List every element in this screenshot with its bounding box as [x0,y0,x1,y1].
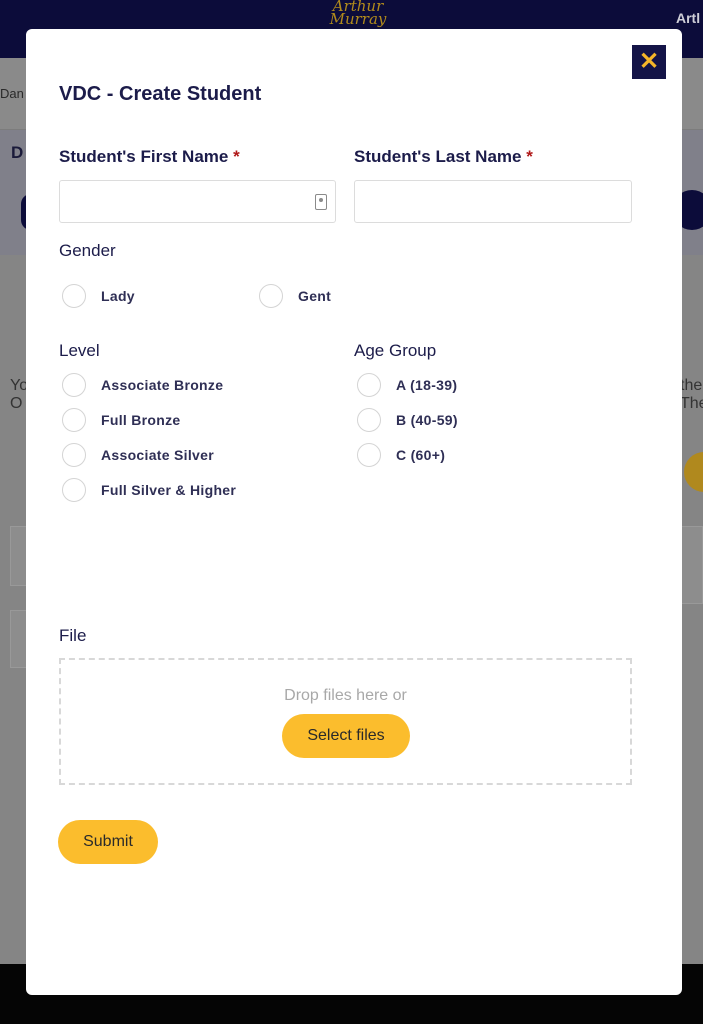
radio-label: Gent [298,288,332,304]
background-text-right-line1: the [680,377,703,394]
radio-label: A (18-39) [396,377,458,393]
file-dropzone[interactable]: Drop files here or Select files [59,658,632,785]
first-name-label: Student's First Name * [59,147,240,167]
submit-button[interactable]: Submit [58,820,158,864]
logo-line-2: Murray [329,10,387,28]
age-option-c[interactable]: C (60+) [357,443,445,467]
level-option-full-silver-higher[interactable]: Full Silver & Higher [62,478,236,502]
radio-button[interactable] [62,478,86,502]
drop-files-text: Drop files here or [284,687,407,704]
background-card [680,526,703,604]
radio-button[interactable] [259,284,283,308]
radio-label: C (60+) [396,447,446,463]
radio-button[interactable] [62,373,86,397]
gender-label: Gender [59,241,116,260]
first-name-input[interactable] [59,180,336,223]
radio-label: Associate Silver [101,447,214,463]
required-mark: * [233,147,240,166]
radio-label: Associate Bronze [101,377,224,393]
radio-label: B (40-59) [396,412,458,428]
radio-button[interactable] [357,408,381,432]
create-student-modal: ✕ VDC - Create Student Student's First N… [26,29,682,995]
age-option-b[interactable]: B (40-59) [357,408,458,432]
background-heading: D [11,143,24,162]
background-text-right-line2: The [680,395,703,412]
level-option-associate-silver[interactable]: Associate Silver [62,443,214,467]
background-text-right: the The [680,377,703,413]
radio-label: Full Bronze [101,412,181,428]
close-icon[interactable]: ✕ [632,45,666,79]
level-option-full-bronze[interactable]: Full Bronze [62,408,181,432]
last-name-label-text: Student's Last Name [354,147,522,166]
background-tab-label[interactable]: Dan [0,86,24,101]
last-name-label: Student's Last Name * [354,147,533,167]
radio-button[interactable] [62,408,86,432]
age-option-a[interactable]: A (18-39) [357,373,457,397]
gender-option-gent[interactable]: Gent [259,284,331,308]
level-label: Level [59,341,100,360]
radio-button[interactable] [357,373,381,397]
file-label: File [59,626,87,645]
age-group-label: Age Group [354,341,437,360]
first-name-label-text: Student's First Name [59,147,229,166]
radio-button[interactable] [62,443,86,467]
arthur-murray-logo[interactable]: Arthur Murray [308,0,408,30]
radio-button[interactable] [357,443,381,467]
last-name-input[interactable] [354,180,632,223]
radio-label: Full Silver & Higher [101,482,237,498]
header-user-name[interactable]: Artl [676,10,700,26]
level-option-associate-bronze[interactable]: Associate Bronze [62,373,223,397]
radio-button[interactable] [62,284,86,308]
contact-card-icon[interactable] [315,194,327,210]
required-mark: * [526,147,533,166]
modal-title: VDC - Create Student [59,83,262,105]
gender-option-lady[interactable]: Lady [62,284,135,308]
select-files-button[interactable]: Select files [282,714,410,758]
radio-label: Lady [101,288,135,304]
